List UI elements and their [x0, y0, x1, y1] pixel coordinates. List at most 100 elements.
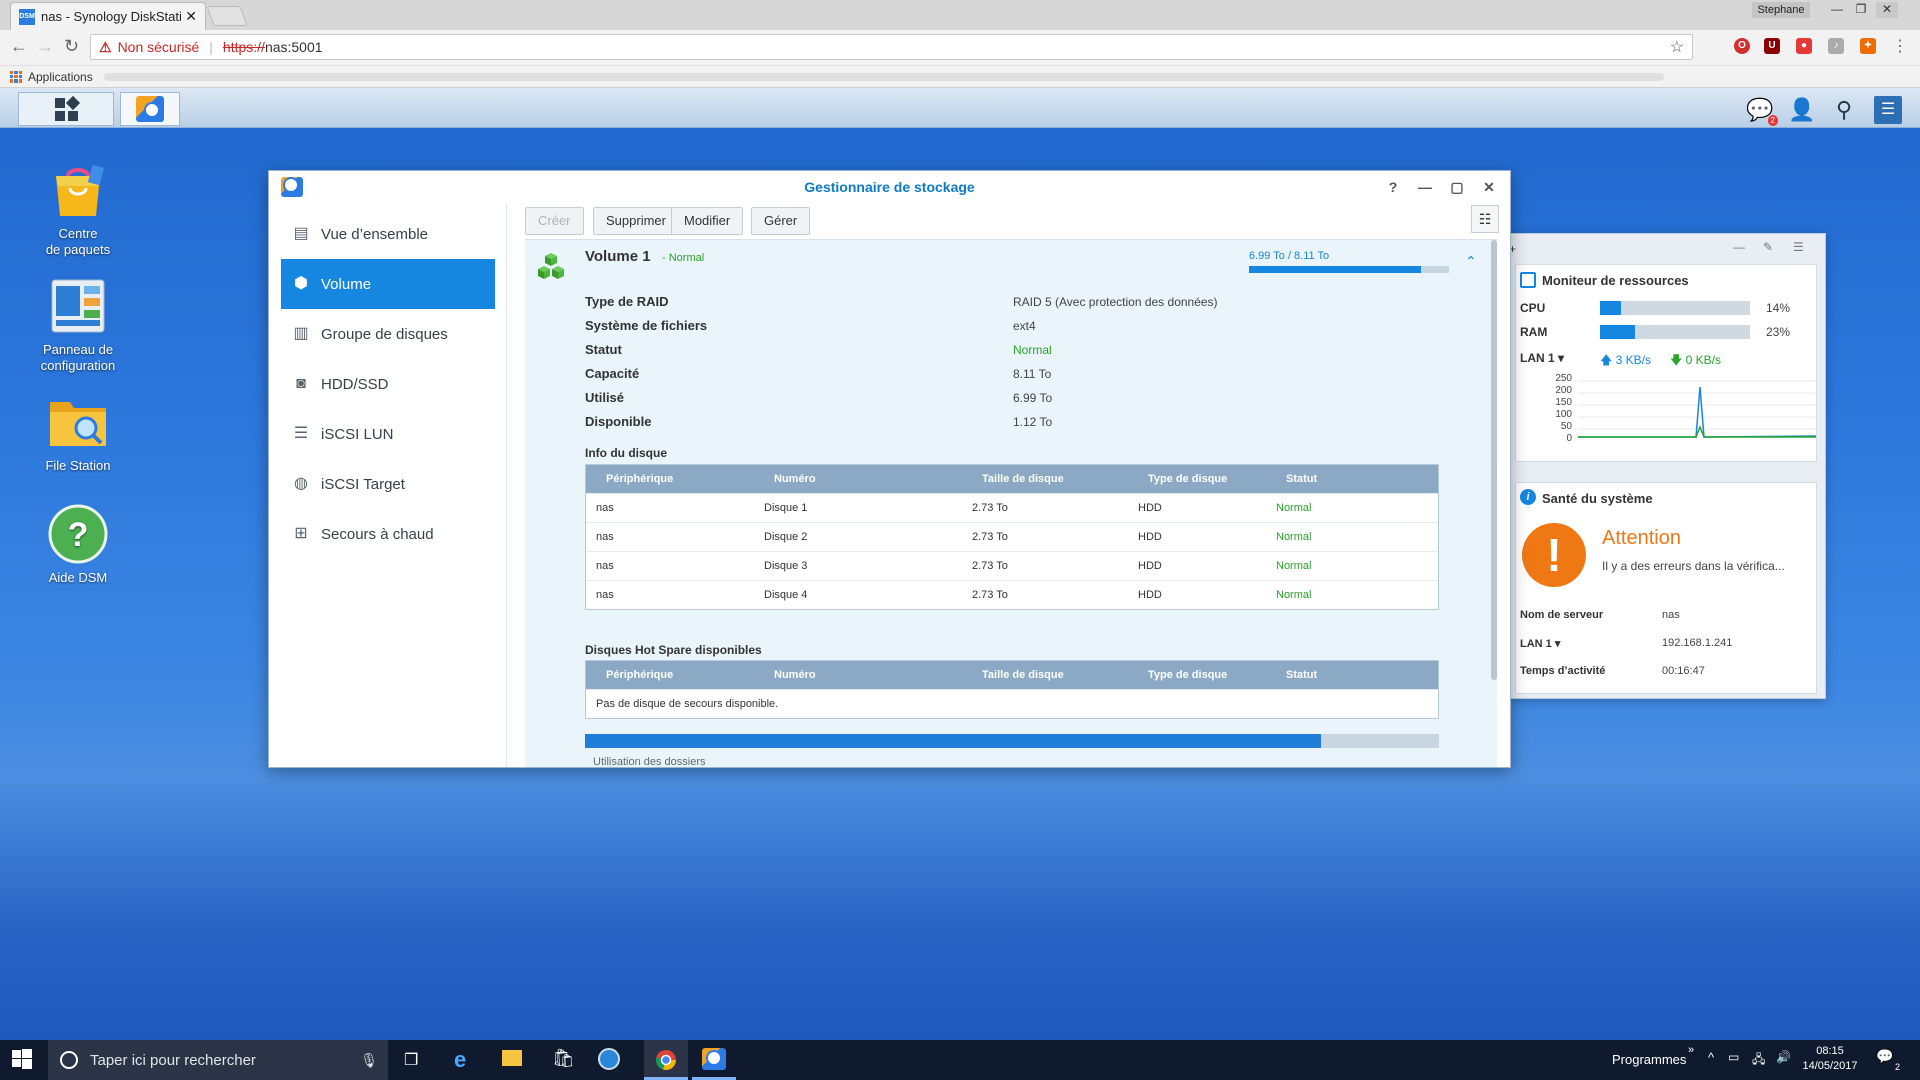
cortana-icon [60, 1051, 78, 1069]
view-toggle-icon[interactable]: ☷ [1471, 205, 1499, 233]
app-icon[interactable] [598, 1048, 620, 1070]
profile-name[interactable]: Stephane [1752, 2, 1810, 18]
sidebar-item-label: HDD/SSD [321, 375, 389, 393]
volume-header[interactable]: Volume 1 - Normal 6.99 To / 8.11 To ⌄ [525, 240, 1491, 284]
maximize-icon[interactable]: ▢ [1449, 179, 1465, 195]
desktop-dsm-help[interactable]: ? Aide DSM [18, 502, 138, 586]
user-icon[interactable]: 👤 [1788, 96, 1816, 124]
table-cell: Normal [1276, 589, 1312, 601]
new-tab-button[interactable] [206, 6, 248, 26]
url-field[interactable]: ⚠ Non sécurisé | https:// nas:5001 ☆ [90, 34, 1693, 60]
system-health-title: Santé du système [1542, 491, 1653, 506]
notification-badge: 2 [1767, 115, 1778, 126]
lan-dropdown[interactable]: LAN 1 ▾ [1520, 351, 1564, 365]
sidebar-item-hot-spare[interactable]: ⊞ Secours à chaud [281, 509, 495, 559]
tray-chevron-icon[interactable]: ^ [1708, 1050, 1714, 1065]
grey-extension-icon[interactable]: ♪ [1828, 38, 1844, 54]
create-button[interactable]: Créer [525, 207, 584, 235]
close-window-icon[interactable]: ✕ [1876, 2, 1898, 18]
restore-icon[interactable]: ❐ [1850, 2, 1872, 18]
y-tick: 250 [1555, 373, 1572, 384]
programs-toolbar[interactable]: Programmes [1612, 1052, 1686, 1067]
bookmark-applications[interactable]: Applications [28, 70, 93, 84]
forward-icon[interactable]: → [36, 36, 54, 57]
chevron-expand-icon[interactable]: » [1688, 1044, 1694, 1056]
minimize-icon[interactable]: — [1417, 179, 1433, 195]
sidebar-item-iscsi-target[interactable]: ◍ iSCSI Target [281, 459, 495, 509]
hot-spare-table: Périphérique Numéro Taille de disque Typ… [585, 660, 1439, 719]
collapse-chevron-icon[interactable]: ⌄ [1465, 252, 1477, 269]
search-icon[interactable]: ⚲ [1830, 96, 1858, 124]
ublock-extension-icon[interactable]: U [1764, 38, 1780, 54]
sidebar-item-overview[interactable]: ▤ Vue d’ensemble [281, 209, 495, 259]
tab-close-icon[interactable]: ✕ [185, 8, 197, 25]
volume-icon: ⬢ [294, 275, 308, 292]
battery-icon[interactable]: ▭ [1728, 1050, 1739, 1064]
orange-extension-icon[interactable]: ✦ [1860, 38, 1876, 54]
manage-button[interactable]: Gérer [751, 207, 811, 235]
taskbar-storage-manager[interactable] [120, 92, 180, 126]
sidebar-item-volume[interactable]: ⬢ Volume [281, 259, 495, 309]
browser-tab[interactable]: DSM nas - Synology DiskStatio ✕ [10, 2, 206, 30]
widgets-icon[interactable]: ☰ [1874, 96, 1902, 124]
toolbar: Créer Supprimer Modifier Gérer [525, 203, 1505, 237]
table-row[interactable]: nas Disque 2 2.73 To HDD Normal [586, 522, 1438, 551]
ram-label: RAM [1520, 325, 1548, 339]
close-icon[interactable]: ✕ [1481, 179, 1497, 195]
widget-pin-icon[interactable]: ✎ [1763, 240, 1773, 254]
taskbar-search-box[interactable]: Taper ici pour rechercher 🎙 [48, 1040, 388, 1080]
desktop-package-center[interactable]: Centre de paquets [18, 158, 138, 258]
table-row[interactable]: nas Disque 4 2.73 To HDD Normal [586, 580, 1438, 609]
sidebar-item-disk-group[interactable]: ▥ Groupe de disques [281, 309, 495, 359]
ram-bar [1600, 325, 1750, 339]
task-view-icon[interactable]: ❐ [404, 1050, 418, 1070]
apps-grid-icon[interactable] [10, 70, 22, 83]
red-extension-icon[interactable]: ● [1796, 38, 1812, 54]
y-tick: 150 [1555, 397, 1572, 408]
table-row[interactable]: nas Disque 3 2.73 To HDD Normal [586, 551, 1438, 580]
taskbar-chrome[interactable] [644, 1040, 688, 1080]
widget-minimize-icon[interactable]: — [1733, 240, 1745, 254]
help-icon[interactable]: ? [1385, 179, 1401, 195]
modify-button[interactable]: Modifier [671, 207, 744, 235]
volume-usage-bar [1249, 266, 1449, 273]
action-center-icon[interactable]: 💬 2 [1876, 1048, 1900, 1072]
windows-start-icon[interactable] [12, 1049, 32, 1069]
sidebar-item-iscsi-lun[interactable]: ☰ iSCSI LUN [281, 409, 495, 459]
y-tick: 0 [1566, 433, 1572, 444]
volume-icon[interactable]: 🔊 [1776, 1050, 1791, 1064]
sidebar-item-hdd-ssd[interactable]: ◙ HDD/SSD [281, 359, 495, 409]
clock[interactable]: 08:15 14/05/2017 [1800, 1044, 1860, 1074]
prop-value: 8.11 To [1013, 367, 1052, 381]
notifications-icon[interactable]: 💬 2 [1746, 96, 1778, 126]
minimize-icon[interactable]: — [1826, 2, 1848, 18]
column-header: Taille de disque [982, 473, 1064, 485]
taskbar-app-active[interactable] [692, 1040, 736, 1080]
main-menu-button[interactable] [18, 92, 114, 126]
lan-ip-dropdown[interactable]: LAN 1 ▾ [1520, 637, 1560, 650]
reload-icon[interactable]: ↻ [64, 36, 79, 57]
storage-manager-icon [281, 177, 303, 197]
desktop-control-panel[interactable]: Panneau de configuration [18, 274, 138, 374]
opera-extension-icon[interactable]: O [1734, 38, 1750, 54]
url-protocol: https:// [222, 39, 265, 55]
network-icon[interactable]: 🖧 [1752, 1050, 1765, 1071]
widget-menu-icon[interactable]: ☰ [1793, 240, 1804, 254]
file-explorer-icon[interactable] [502, 1050, 522, 1066]
desktop-icon-label: File Station [45, 458, 111, 473]
menu-dots-icon[interactable]: ⋮ [1892, 36, 1908, 56]
storage-manager-icon [136, 96, 164, 122]
file-station-icon [46, 390, 110, 454]
window-titlebar[interactable]: Gestionnaire de stockage ? — ▢ ✕ [269, 171, 1510, 203]
scrollbar[interactable] [1491, 240, 1497, 680]
edge-icon[interactable]: e [454, 1047, 466, 1073]
table-row[interactable]: nas Disque 1 2.73 To HDD Normal [586, 493, 1438, 522]
back-icon[interactable]: ← [10, 36, 28, 57]
delete-button[interactable]: Supprimer [593, 207, 679, 235]
store-icon[interactable]: 🛍 [552, 1048, 575, 1069]
desktop-file-station[interactable]: File Station [18, 390, 138, 474]
microphone-icon[interactable]: 🎙 [360, 1052, 378, 1069]
security-warning[interactable]: Non sécurisé [118, 39, 200, 55]
widget-panel: + — ✎ ☰ Moniteur de ressources CPU 14% R… [1508, 233, 1826, 699]
bookmark-star-icon[interactable]: ☆ [1670, 37, 1684, 57]
